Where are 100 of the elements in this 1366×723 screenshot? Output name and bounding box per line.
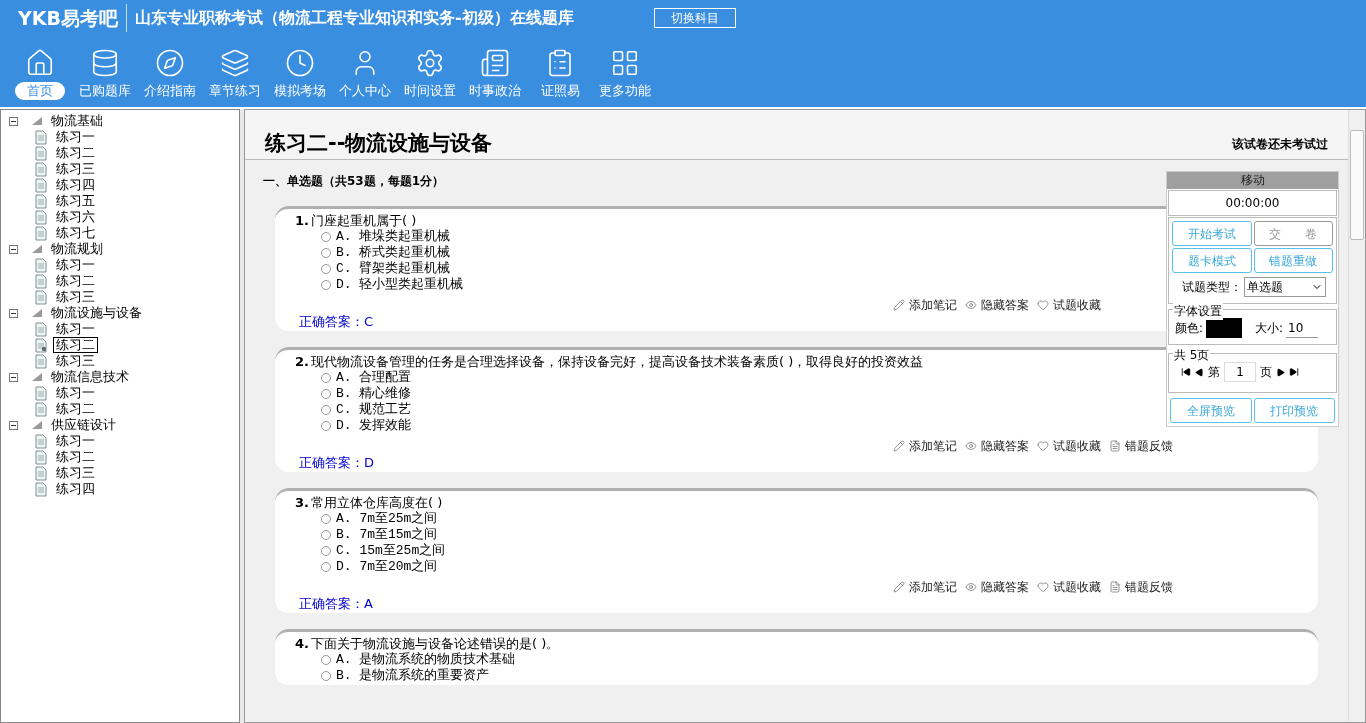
question-action[interactable]: 添加笔记	[893, 296, 957, 314]
tree-group-label[interactable]: 供应链设计	[51, 417, 116, 433]
size-label: 大小:	[1255, 320, 1284, 337]
previous-page-icon[interactable]	[1195, 367, 1204, 377]
answer-option[interactable]: C. 15m至25m之间	[321, 543, 446, 559]
nav-label: 更多功能	[599, 82, 651, 100]
question-action[interactable]: 添加笔记	[893, 578, 957, 596]
answer-option[interactable]: B. 精心维修	[321, 386, 412, 402]
tree-item[interactable]: 练习二	[53, 401, 98, 417]
question-action[interactable]: 试题收藏	[1037, 437, 1101, 455]
tree-group-label[interactable]: 物流规划	[51, 241, 103, 257]
collapse-toggle-icon[interactable]	[9, 372, 18, 382]
document-icon	[35, 449, 47, 465]
font-color-swatch[interactable]	[1206, 318, 1243, 338]
answer-option[interactable]: D. 7m至20m之间	[321, 559, 438, 575]
triangle-icon	[30, 420, 44, 430]
tree-item[interactable]: 练习二	[53, 273, 98, 289]
question-action[interactable]: 添加笔记	[893, 437, 957, 455]
question-type-select[interactable]: 单选题	[1244, 277, 1326, 297]
document-icon	[35, 177, 47, 193]
tree-item[interactable]: 练习三	[53, 465, 98, 481]
tree-group-label[interactable]: 物流基础	[51, 113, 103, 129]
answer-option[interactable]: A. 是物流系统的物质技术基础	[321, 652, 516, 668]
answer-option[interactable]: A. 堆垛类起重机械	[321, 229, 451, 245]
tree-item[interactable]: 练习四	[53, 177, 98, 193]
tree-group-label[interactable]: 物流信息技术	[51, 369, 129, 385]
tree-item[interactable]: 练习四	[53, 481, 98, 497]
question-number: 3.	[295, 495, 309, 510]
tree-group-label[interactable]: 物流设施与设备	[51, 305, 142, 321]
tree-item[interactable]: 练习七	[53, 225, 98, 241]
heart-icon	[1037, 581, 1049, 593]
answer-option[interactable]: B. 是物流系统的重要资产	[321, 668, 490, 684]
collapse-toggle-icon[interactable]	[9, 244, 18, 254]
document-pin-icon	[35, 337, 47, 353]
tree-item[interactable]: 练习三	[53, 353, 98, 369]
first-page-icon[interactable]	[1181, 367, 1191, 377]
collapse-toggle-icon[interactable]	[9, 420, 18, 430]
tree-item[interactable]: 练习一	[53, 385, 98, 401]
page-prefix: 第	[1208, 364, 1220, 381]
logo: YKB易考吧	[18, 3, 127, 33]
nav-label: 章节练习	[209, 82, 261, 100]
eye-icon	[965, 440, 977, 452]
collapse-toggle-icon[interactable]	[9, 116, 18, 126]
vertical-scrollbar[interactable]	[1348, 110, 1365, 722]
question-action[interactable]: 错题反馈	[1109, 437, 1173, 455]
collapse-toggle-icon[interactable]	[9, 308, 18, 318]
question-action[interactable]: 隐藏答案	[965, 296, 1029, 314]
answer-option[interactable]: B. 7m至15m之间	[321, 527, 438, 543]
nav-label-active: 首页	[15, 82, 65, 100]
tree-item[interactable]: 练习一	[53, 257, 98, 273]
pencil-icon	[893, 581, 905, 593]
question-number: 1.	[295, 213, 309, 228]
answer-option[interactable]: C. 臂架类起重机械	[321, 261, 451, 277]
question-text: 门座起重机属于( )	[311, 213, 417, 228]
tree-item[interactable]: 练习二	[53, 145, 98, 161]
question-action[interactable]: 试题收藏	[1037, 296, 1101, 314]
pencil-icon	[893, 299, 905, 311]
answer-option[interactable]: B. 桥式类起重机械	[321, 245, 451, 261]
answer-option[interactable]: D. 轻小型类起重机械	[321, 277, 464, 293]
document-icon	[35, 209, 47, 225]
tree-item[interactable]: 练习一	[53, 129, 98, 145]
triangle-icon	[30, 244, 44, 254]
question-action[interactable]: 隐藏答案	[965, 578, 1029, 596]
question-text: 下面关于物流设施与设备论述错误的是( )。	[311, 636, 560, 651]
tree-item[interactable]: 练习一	[53, 321, 98, 337]
document-icon	[35, 193, 47, 209]
tree-item[interactable]: 练习二	[53, 337, 98, 353]
move-handle[interactable]: 移动	[1167, 172, 1338, 189]
tree-item[interactable]: 练习一	[53, 433, 98, 449]
question-action[interactable]: 错题反馈	[1109, 578, 1173, 596]
layers-icon	[220, 48, 250, 78]
font-size-input[interactable]: 10	[1286, 318, 1319, 338]
nav-item[interactable]: 首页	[8, 48, 72, 102]
exam-title: 练习二--物流设施与设备	[265, 130, 493, 157]
answer-option[interactable]: D. 发挥效能	[321, 418, 412, 434]
tree-item[interactable]: 练习五	[53, 193, 98, 209]
compass-icon	[155, 48, 185, 78]
tree-item[interactable]: 练习六	[53, 209, 98, 225]
timer: 00:00:00	[1168, 190, 1337, 216]
document-icon	[35, 129, 47, 145]
answer-option[interactable]: A. 7m至25m之间	[321, 511, 438, 527]
question-number: 4.	[295, 636, 309, 651]
last-page-icon[interactable]	[1289, 367, 1299, 377]
page-number-input[interactable]: 1	[1224, 362, 1256, 382]
document-icon	[35, 481, 47, 497]
nav-label: 时事政治	[469, 82, 521, 100]
answer-option[interactable]: A. 合理配置	[321, 370, 412, 386]
question-number: 2.	[295, 354, 309, 369]
question-action[interactable]: 隐藏答案	[965, 437, 1029, 455]
heart-icon	[1037, 440, 1049, 452]
tree-item[interactable]: 练习二	[53, 449, 98, 465]
correct-answer: 正确答案：D	[299, 455, 374, 471]
next-page-icon[interactable]	[1276, 367, 1285, 377]
tree-item[interactable]: 练习三	[53, 161, 98, 177]
triangle-icon	[30, 372, 44, 382]
question-action[interactable]: 试题收藏	[1037, 578, 1101, 596]
answer-option[interactable]: C. 规范工艺	[321, 402, 412, 418]
exam-status: 该试卷还未考试过	[1232, 136, 1328, 153]
tree-item[interactable]: 练习三	[53, 289, 98, 305]
eye-icon	[965, 299, 977, 311]
